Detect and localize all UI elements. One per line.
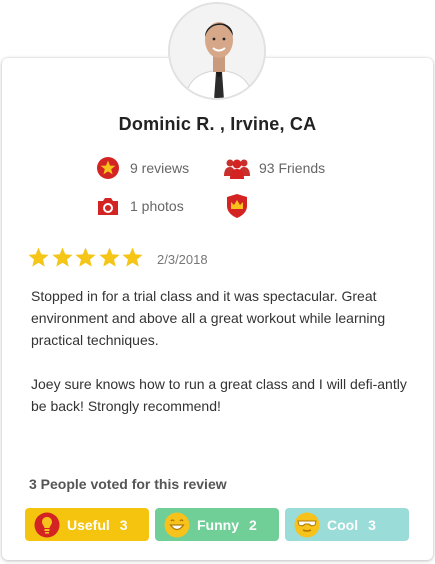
star-icon [51,247,73,267]
lightbulb-icon [34,512,60,538]
review-text: Stopped in for a trial class and it was … [31,285,411,439]
sunglasses-icon [294,512,320,538]
friends-count: 93 Friends [224,155,325,181]
review-paragraph: Stopped in for a trial class and it was … [31,288,386,348]
star-badge-icon [95,155,121,181]
funny-label: Funny [197,516,239,533]
cool-button[interactable]: Cool 3 [285,508,409,541]
star-icon [122,247,143,267]
funny-count: 2 [249,516,257,533]
friends-icon [224,155,250,181]
cool-count: 3 [368,516,376,533]
star-icon [75,247,96,267]
useful-button[interactable]: Useful 3 [25,508,149,541]
avatar[interactable] [168,2,266,100]
useful-count: 3 [119,516,128,533]
star-icon [98,247,120,267]
photos-label: 1 photos [130,198,184,214]
photos-count: 1 photos [95,193,184,219]
elite-badge [224,193,259,219]
reviewer-name[interactable]: Dominic R. , Irvine, CA [0,114,435,135]
review-date: 2/3/2018 [157,252,208,267]
useful-label: Useful [67,516,110,533]
reviews-count: 9 reviews [95,155,189,181]
review-paragraph: Joey sure knows how to run a great class… [31,376,407,414]
camera-icon [95,193,121,219]
funny-button[interactable]: Funny 2 [155,508,279,541]
friends-label: 93 Friends [259,160,326,176]
star-rating [27,246,145,269]
avatar-photo [170,4,264,98]
reviews-label: 9 reviews [130,160,190,176]
cool-label: Cool [327,516,359,533]
smile-icon [164,512,190,538]
star-icon [28,247,49,267]
votes-summary: 3 People voted for this review [29,476,227,492]
elite-crown-icon [224,193,250,219]
